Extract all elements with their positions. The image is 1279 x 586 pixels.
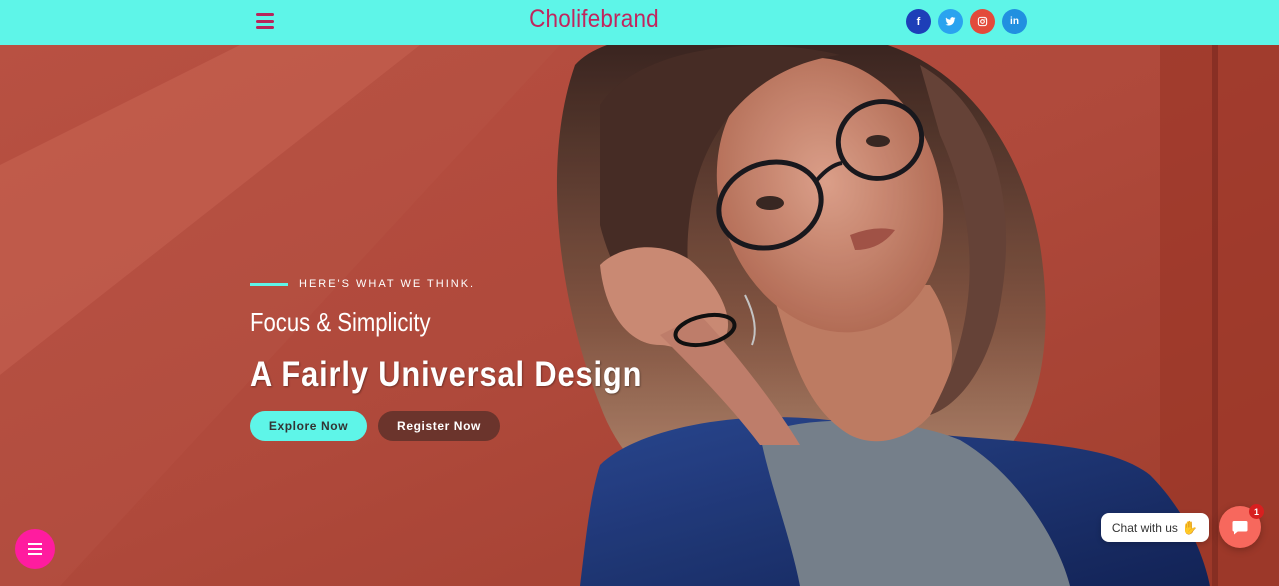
instagram-icon[interactable] [970,9,995,34]
hero-subheading: Focus & Simplicity [250,307,431,337]
wave-hand-icon: ✋ [1181,519,1199,535]
chat-notification-badge: 1 [1249,504,1264,519]
chat-prompt-label: Chat with us [1111,520,1178,535]
hero-eyebrow: HERE'S WHAT WE THINK. [250,278,475,290]
social-links: f in [906,9,1027,34]
hero-headline: A Fairly Universal Design [250,355,643,394]
eyebrow-divider [250,282,288,286]
top-navbar: Cholifebrand f in [0,0,1279,45]
chat-prompt[interactable]: Chat with us ✋ [1101,513,1209,542]
chat-bubble-icon [1232,521,1248,535]
linkedin-icon[interactable]: in [1002,9,1027,34]
facebook-icon[interactable]: f [906,9,931,34]
eyebrow-text: HERE'S WHAT WE THINK. [299,278,476,290]
floating-menu-button[interactable] [15,529,55,569]
hero-background-image [0,45,1279,586]
explore-now-button[interactable]: Explore Now [250,411,367,441]
hero-section: HERE'S WHAT WE THINK. Focus & Simplicity… [0,45,1279,586]
twitter-icon[interactable] [938,9,963,34]
menu-icon [28,543,42,545]
register-now-button[interactable]: Register Now [378,411,500,441]
